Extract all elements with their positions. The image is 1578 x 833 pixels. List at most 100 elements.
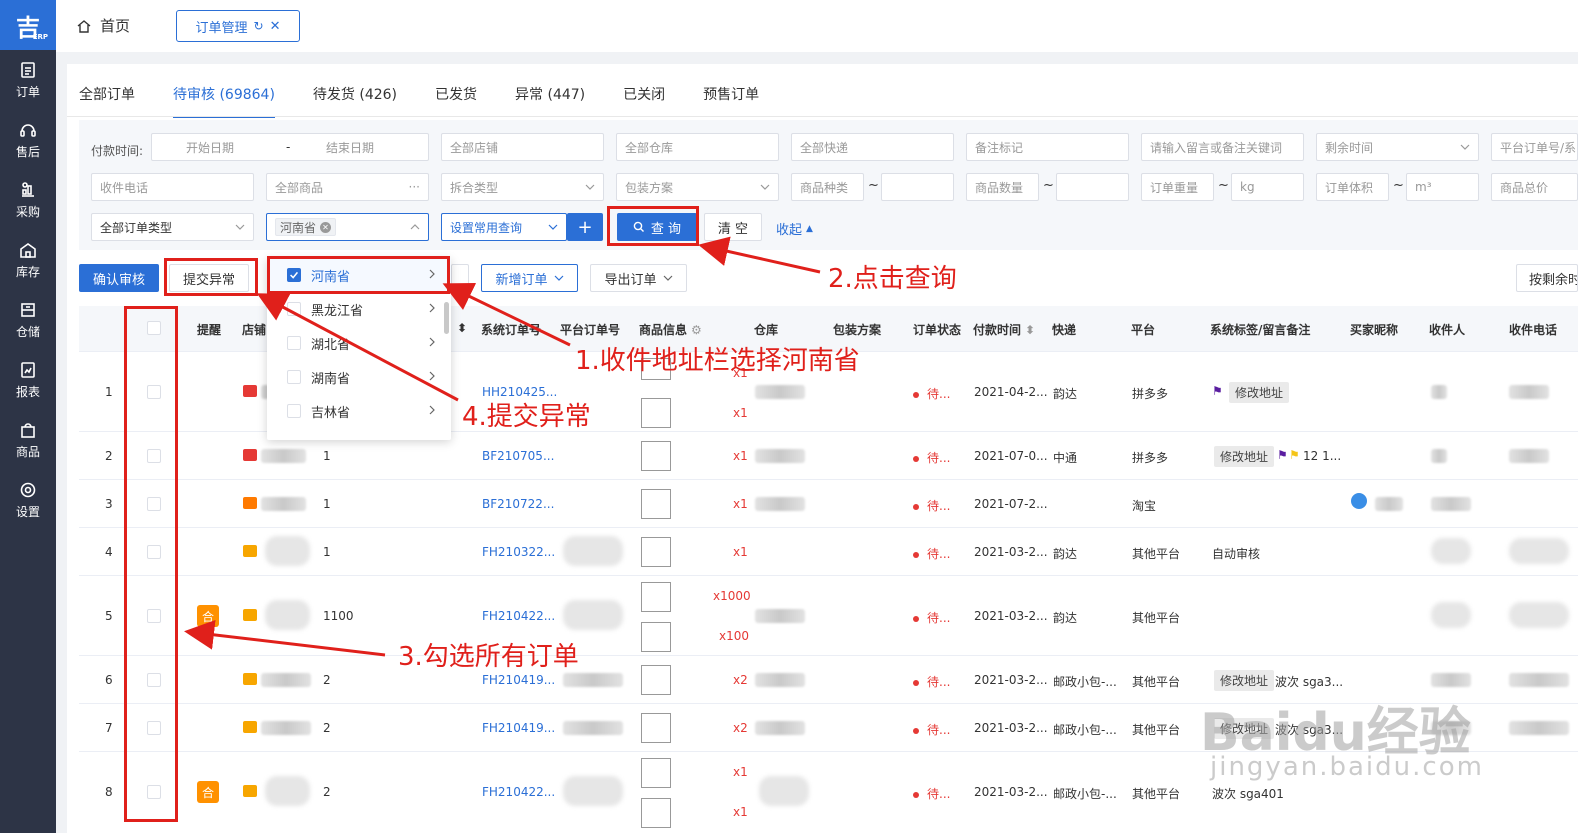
gear-icon[interactable]: ⚙ xyxy=(691,323,702,337)
package-plan-select[interactable]: 包装方案 xyxy=(616,173,779,201)
add-query-button[interactable]: + xyxy=(567,213,603,241)
wangwang-icon[interactable] xyxy=(1351,493,1367,509)
chevron-right-icon xyxy=(429,337,435,347)
shop-icon xyxy=(243,721,257,733)
order-volume-max[interactable]: m³ xyxy=(1406,173,1479,201)
shop-icon xyxy=(243,609,257,621)
product-thumbnail[interactable] xyxy=(641,441,671,471)
goods-kinds-min[interactable]: 商品种类 xyxy=(791,173,864,201)
tab-shipped[interactable]: 已发货 xyxy=(435,84,477,110)
clear-button[interactable]: 清 空 xyxy=(704,213,762,241)
sidebar-item-purchase[interactable]: 采购 xyxy=(0,170,56,230)
sort-remaining-button[interactable]: 按剩余时 xyxy=(1516,264,1578,292)
home-link[interactable]: 首页 xyxy=(76,15,130,36)
goods-select[interactable]: 全部商品 ··· xyxy=(266,173,429,201)
flag-icon: ⚑ xyxy=(1289,448,1300,462)
sidebar-item-storage[interactable]: 仓储 xyxy=(0,290,56,350)
sidebar-item-report[interactable]: 报表 xyxy=(0,350,56,410)
new-order-button[interactable]: 新增订单 xyxy=(481,264,578,292)
dropdown-scrollbar[interactable] xyxy=(444,302,449,334)
highlight-query xyxy=(607,206,699,246)
order-type-select[interactable]: 全部订单类型 xyxy=(91,213,254,241)
common-query-select[interactable]: 设置常用查询 xyxy=(441,213,567,241)
app-logo[interactable]: 吉 ERP xyxy=(0,0,56,50)
hidden-button-edge[interactable] xyxy=(451,264,469,292)
table-row[interactable]: 4 1 FH210322... x1 待... 2021-03-2... 韵达 … xyxy=(79,528,1578,576)
annotation-step3: 3.勾选所有订单 xyxy=(398,642,579,672)
highlight-checkboxes xyxy=(124,306,178,822)
confirm-review-button[interactable]: 确认审核 xyxy=(79,264,159,292)
sidebar-item-settings[interactable]: 设置 xyxy=(0,470,56,530)
tab-exception[interactable]: 异常 (447) xyxy=(515,84,585,110)
shop-icon xyxy=(243,497,257,509)
tab-pending-review[interactable]: 待审核 (69864) xyxy=(173,84,275,118)
product-thumbnail[interactable] xyxy=(641,582,671,612)
sort-icon[interactable]: ⬍ xyxy=(457,321,467,335)
tab-presale[interactable]: 预售订单 xyxy=(703,84,759,110)
filter-area: 付款时间: 开始日期 - 结束日期 全部店铺 全部仓库 全部快递 备注标记 请输… xyxy=(79,120,1578,250)
province-option-jilin[interactable]: 吉林省 xyxy=(267,394,451,428)
product-thumbnail[interactable] xyxy=(641,489,671,519)
split-type-select[interactable]: 拆合类型 xyxy=(441,173,604,201)
table-row[interactable]: 5 合 1100 FH210422... x1000 x100 待... 202… xyxy=(79,576,1578,656)
tab-all-orders[interactable]: 全部订单 xyxy=(79,84,135,110)
option-checkbox[interactable] xyxy=(287,370,301,384)
close-icon[interactable]: ✕ xyxy=(270,19,281,34)
chevron-down-icon xyxy=(235,224,245,230)
option-checkbox[interactable] xyxy=(287,404,301,418)
platform-order-input[interactable]: 平台订单号/系 xyxy=(1491,133,1578,161)
goods-count-max[interactable] xyxy=(1056,173,1129,201)
tab-closed[interactable]: 已关闭 xyxy=(623,84,665,110)
province-option-hubei[interactable]: 湖北省 xyxy=(267,326,451,360)
warehouse-select[interactable]: 全部仓库 xyxy=(616,133,779,161)
sidebar-item-inventory[interactable]: 库存 xyxy=(0,230,56,290)
flag-icon: ⚑ xyxy=(1277,448,1288,462)
sidebar-item-order[interactable]: 订单 xyxy=(0,50,56,110)
keyword-input[interactable]: 请输入留言或备注关键词 xyxy=(1141,133,1304,161)
phone-input[interactable]: 收件电话 xyxy=(91,173,254,201)
province-select[interactable]: 河南省 ✕ xyxy=(266,213,429,241)
product-thumbnail[interactable] xyxy=(641,758,671,788)
merge-badge: 合 xyxy=(197,781,219,803)
product-thumbnail[interactable] xyxy=(641,713,671,743)
option-checkbox[interactable] xyxy=(287,302,301,316)
goods-count-min[interactable]: 商品数量 xyxy=(966,173,1039,201)
sidebar: 吉 ERP 订单 售后 采购 库存 仓储 报表 商品 设置 xyxy=(0,0,56,833)
order-weight-min[interactable]: 订单重量 xyxy=(1141,173,1214,201)
sidebar-item-goods[interactable]: 商品 xyxy=(0,410,56,470)
product-thumbnail[interactable] xyxy=(641,665,671,695)
province-option-heilongjiang[interactable]: 黑龙江省 xyxy=(267,292,451,326)
refresh-icon[interactable]: ↻ xyxy=(254,19,264,33)
tab-order-management[interactable]: 订单管理 ↻ ✕ xyxy=(176,10,300,42)
annotation-step2: 2.点击查询 xyxy=(828,264,957,294)
product-thumbnail[interactable] xyxy=(641,537,671,567)
remove-chip-icon[interactable]: ✕ xyxy=(320,221,332,233)
watermark-url: jingyan.baidu.com xyxy=(1210,752,1484,782)
tab-pending-ship[interactable]: 待发货 (426) xyxy=(313,84,397,110)
pay-time-label: 付款时间: xyxy=(91,144,144,158)
pay-time-range[interactable]: 开始日期 - 结束日期 xyxy=(151,133,429,161)
product-thumbnail[interactable] xyxy=(641,398,671,428)
remark-flag-select[interactable]: 备注标记 xyxy=(966,133,1129,161)
express-select[interactable]: 全部快递 xyxy=(791,133,954,161)
order-volume-min[interactable]: 订单体积 xyxy=(1316,173,1389,201)
product-thumbnail[interactable] xyxy=(641,798,671,828)
product-thumbnail[interactable] xyxy=(641,622,671,652)
collapse-link[interactable]: 收起 ▲ xyxy=(776,219,813,238)
table-row[interactable]: 3 1 BF210722... x1 待... 2021-07-2... 淘宝 xyxy=(79,480,1578,528)
sidebar-item-aftersale[interactable]: 售后 xyxy=(0,110,56,170)
sort-icon[interactable]: ⬍ xyxy=(1025,323,1035,337)
order-weight-max[interactable]: kg xyxy=(1231,173,1304,201)
goods-kinds-max[interactable] xyxy=(881,173,954,201)
remaining-time-select[interactable]: 剩余时间 xyxy=(1316,133,1479,161)
shop-select[interactable]: 全部店铺 xyxy=(441,133,604,161)
highlight-henan xyxy=(267,256,450,294)
annotation-step1: 1.收件地址栏选择河南省 xyxy=(575,346,860,376)
province-option-hunan[interactable]: 湖南省 xyxy=(267,360,451,394)
chevron-down-icon xyxy=(1460,144,1470,150)
merge-badge: 合 xyxy=(197,605,219,627)
goods-total-input[interactable]: 商品总价 xyxy=(1491,173,1578,201)
chevron-down-icon xyxy=(548,224,558,230)
export-order-button[interactable]: 导出订单 xyxy=(590,264,687,292)
option-checkbox[interactable] xyxy=(287,336,301,350)
